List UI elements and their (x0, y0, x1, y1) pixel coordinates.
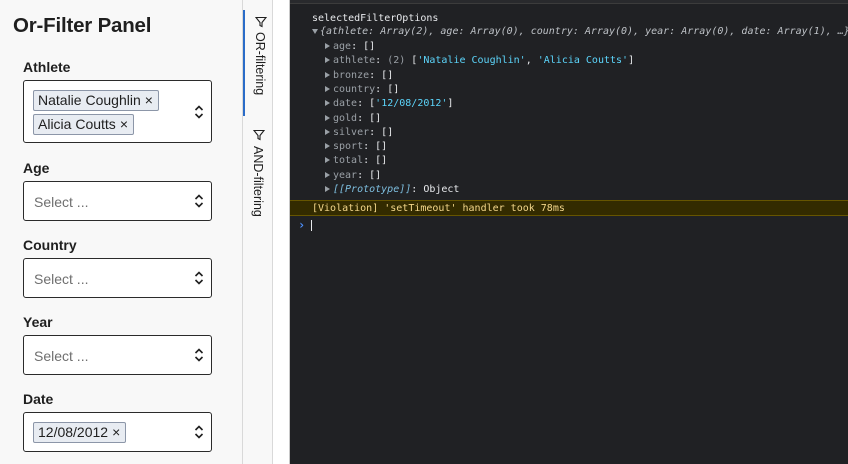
expand-triangle-icon[interactable] (325, 172, 330, 178)
property-value: [] (381, 70, 394, 81)
chip-remove-icon[interactable]: × (112, 424, 120, 440)
expand-triangle-icon[interactable] (325, 115, 330, 121)
object-summary[interactable]: {athlete: Array(2), age: Array(0), count… (320, 25, 848, 38)
property-value: [] (363, 41, 376, 52)
select-placeholder: Select ... (34, 348, 89, 364)
year-select[interactable]: Select ... (23, 335, 212, 375)
date-chip: 12/08/2012 × (33, 422, 127, 443)
prototype-key: [[Prototype]] (333, 184, 412, 195)
prototype-value: Object (423, 184, 460, 195)
expand-triangle-icon[interactable] (325, 86, 330, 92)
tab-and-filtering[interactable]: AND-filtering (243, 124, 273, 234)
chevron-updown-icon (194, 194, 204, 208)
property-value: [] (375, 141, 388, 152)
property-row[interactable]: total: [] (333, 154, 387, 167)
devtools-console: selectedFilterOptions {athlete: Array(2)… (290, 0, 848, 464)
property-row[interactable]: date: ['12/08/2012'] (333, 97, 453, 110)
select-placeholder: Select ... (34, 271, 89, 287)
panel-title: Or-Filter Panel (13, 14, 152, 37)
athlete-label: Athlete (23, 59, 71, 75)
expand-triangle-icon[interactable] (325, 57, 330, 63)
tab-or-filtering[interactable]: OR-filtering (243, 10, 273, 116)
chip-label: Alicia Coutts (38, 116, 116, 132)
vertical-tab-strip: OR-filtering AND-filtering (243, 0, 273, 464)
filter-panel: Or-Filter Panel Athlete Natalie Coughlin… (0, 0, 243, 464)
chip-remove-icon[interactable]: × (120, 116, 128, 132)
filter-icon (255, 16, 267, 28)
expand-triangle-icon[interactable] (325, 143, 330, 149)
array-close: ] (447, 98, 454, 109)
chevron-updown-icon (194, 425, 204, 439)
athlete-chip: Alicia Coutts × (33, 114, 134, 135)
property-value: [] (375, 155, 388, 166)
tab-label: OR-filtering (253, 32, 267, 96)
athlete-select[interactable]: Natalie Coughlin × Alicia Coutts × (23, 80, 212, 143)
property-row[interactable]: year: [] (333, 169, 381, 182)
expand-triangle-icon[interactable] (312, 29, 318, 34)
splitter[interactable] (274, 0, 290, 464)
property-row[interactable]: athlete: (2) ['Natalie Coughlin', 'Alici… (333, 54, 634, 67)
violation-warning: [Violation] 'setTimeout' handler took 78… (290, 200, 848, 216)
expand-triangle-icon[interactable] (325, 129, 330, 135)
country-label: Country (23, 237, 77, 253)
expand-triangle-icon[interactable] (325, 157, 330, 163)
property-key: sport (333, 141, 364, 152)
expand-triangle-icon[interactable] (325, 43, 330, 49)
array-close: ] (628, 55, 635, 66)
text-caret (311, 220, 312, 231)
expand-triangle-icon[interactable] (325, 72, 330, 78)
date-label: Date (23, 391, 54, 407)
expand-triangle-icon[interactable] (325, 186, 330, 192)
property-key: country (333, 84, 376, 95)
prototype-row[interactable]: [[Prototype]]: Object (333, 183, 459, 196)
property-key: gold (333, 113, 358, 124)
console-prompt[interactable]: › (290, 217, 848, 233)
property-row[interactable]: silver: [] (333, 126, 393, 139)
property-key: total (333, 155, 364, 166)
property-value: [] (387, 84, 400, 95)
property-row[interactable]: country: [] (333, 83, 399, 96)
array-string-item: 'Natalie Coughlin' (417, 55, 526, 66)
athlete-chip: Natalie Coughlin × (33, 90, 159, 111)
chevron-updown-icon (194, 348, 204, 362)
property-key: silver (333, 127, 370, 138)
array-string-item: 'Alicia Coutts' (537, 55, 629, 66)
chip-remove-icon[interactable]: × (145, 92, 153, 108)
property-value: [] (369, 170, 382, 181)
property-row[interactable]: bronze: [] (333, 69, 393, 82)
chevron-updown-icon (194, 271, 204, 285)
property-key: year (333, 170, 358, 181)
warning-text: [Violation] 'setTimeout' handler took 78… (312, 203, 565, 214)
chip-label: Natalie Coughlin (38, 92, 141, 108)
age-label: Age (23, 160, 50, 176)
property-row[interactable]: sport: [] (333, 140, 387, 153)
property-key: bronze (333, 70, 370, 81)
date-select[interactable]: 12/08/2012 × (23, 412, 212, 452)
select-placeholder: Select ... (34, 194, 89, 210)
tab-label: AND-filtering (251, 146, 265, 217)
age-select[interactable]: Select ... (23, 181, 212, 221)
console-log-label: selectedFilterOptions (312, 13, 439, 24)
property-key: athlete (333, 55, 376, 66)
property-row[interactable]: gold: [] (333, 112, 381, 125)
prompt-chevron-icon: › (298, 218, 306, 232)
console-toolbar (290, 0, 848, 4)
property-key: age (333, 41, 352, 52)
chevron-updown-icon (194, 104, 204, 119)
filter-icon (253, 129, 265, 141)
property-key: date (333, 98, 358, 109)
expand-triangle-icon[interactable] (325, 100, 330, 106)
country-select[interactable]: Select ... (23, 258, 212, 298)
array-count: (2) (387, 55, 406, 66)
chip-label: 12/08/2012 (38, 424, 109, 440)
year-label: Year (23, 314, 53, 330)
property-value: [] (369, 113, 382, 124)
array-string-item: '12/08/2012' (375, 98, 448, 109)
property-value: [] (381, 127, 394, 138)
property-row[interactable]: age: [] (333, 40, 375, 53)
